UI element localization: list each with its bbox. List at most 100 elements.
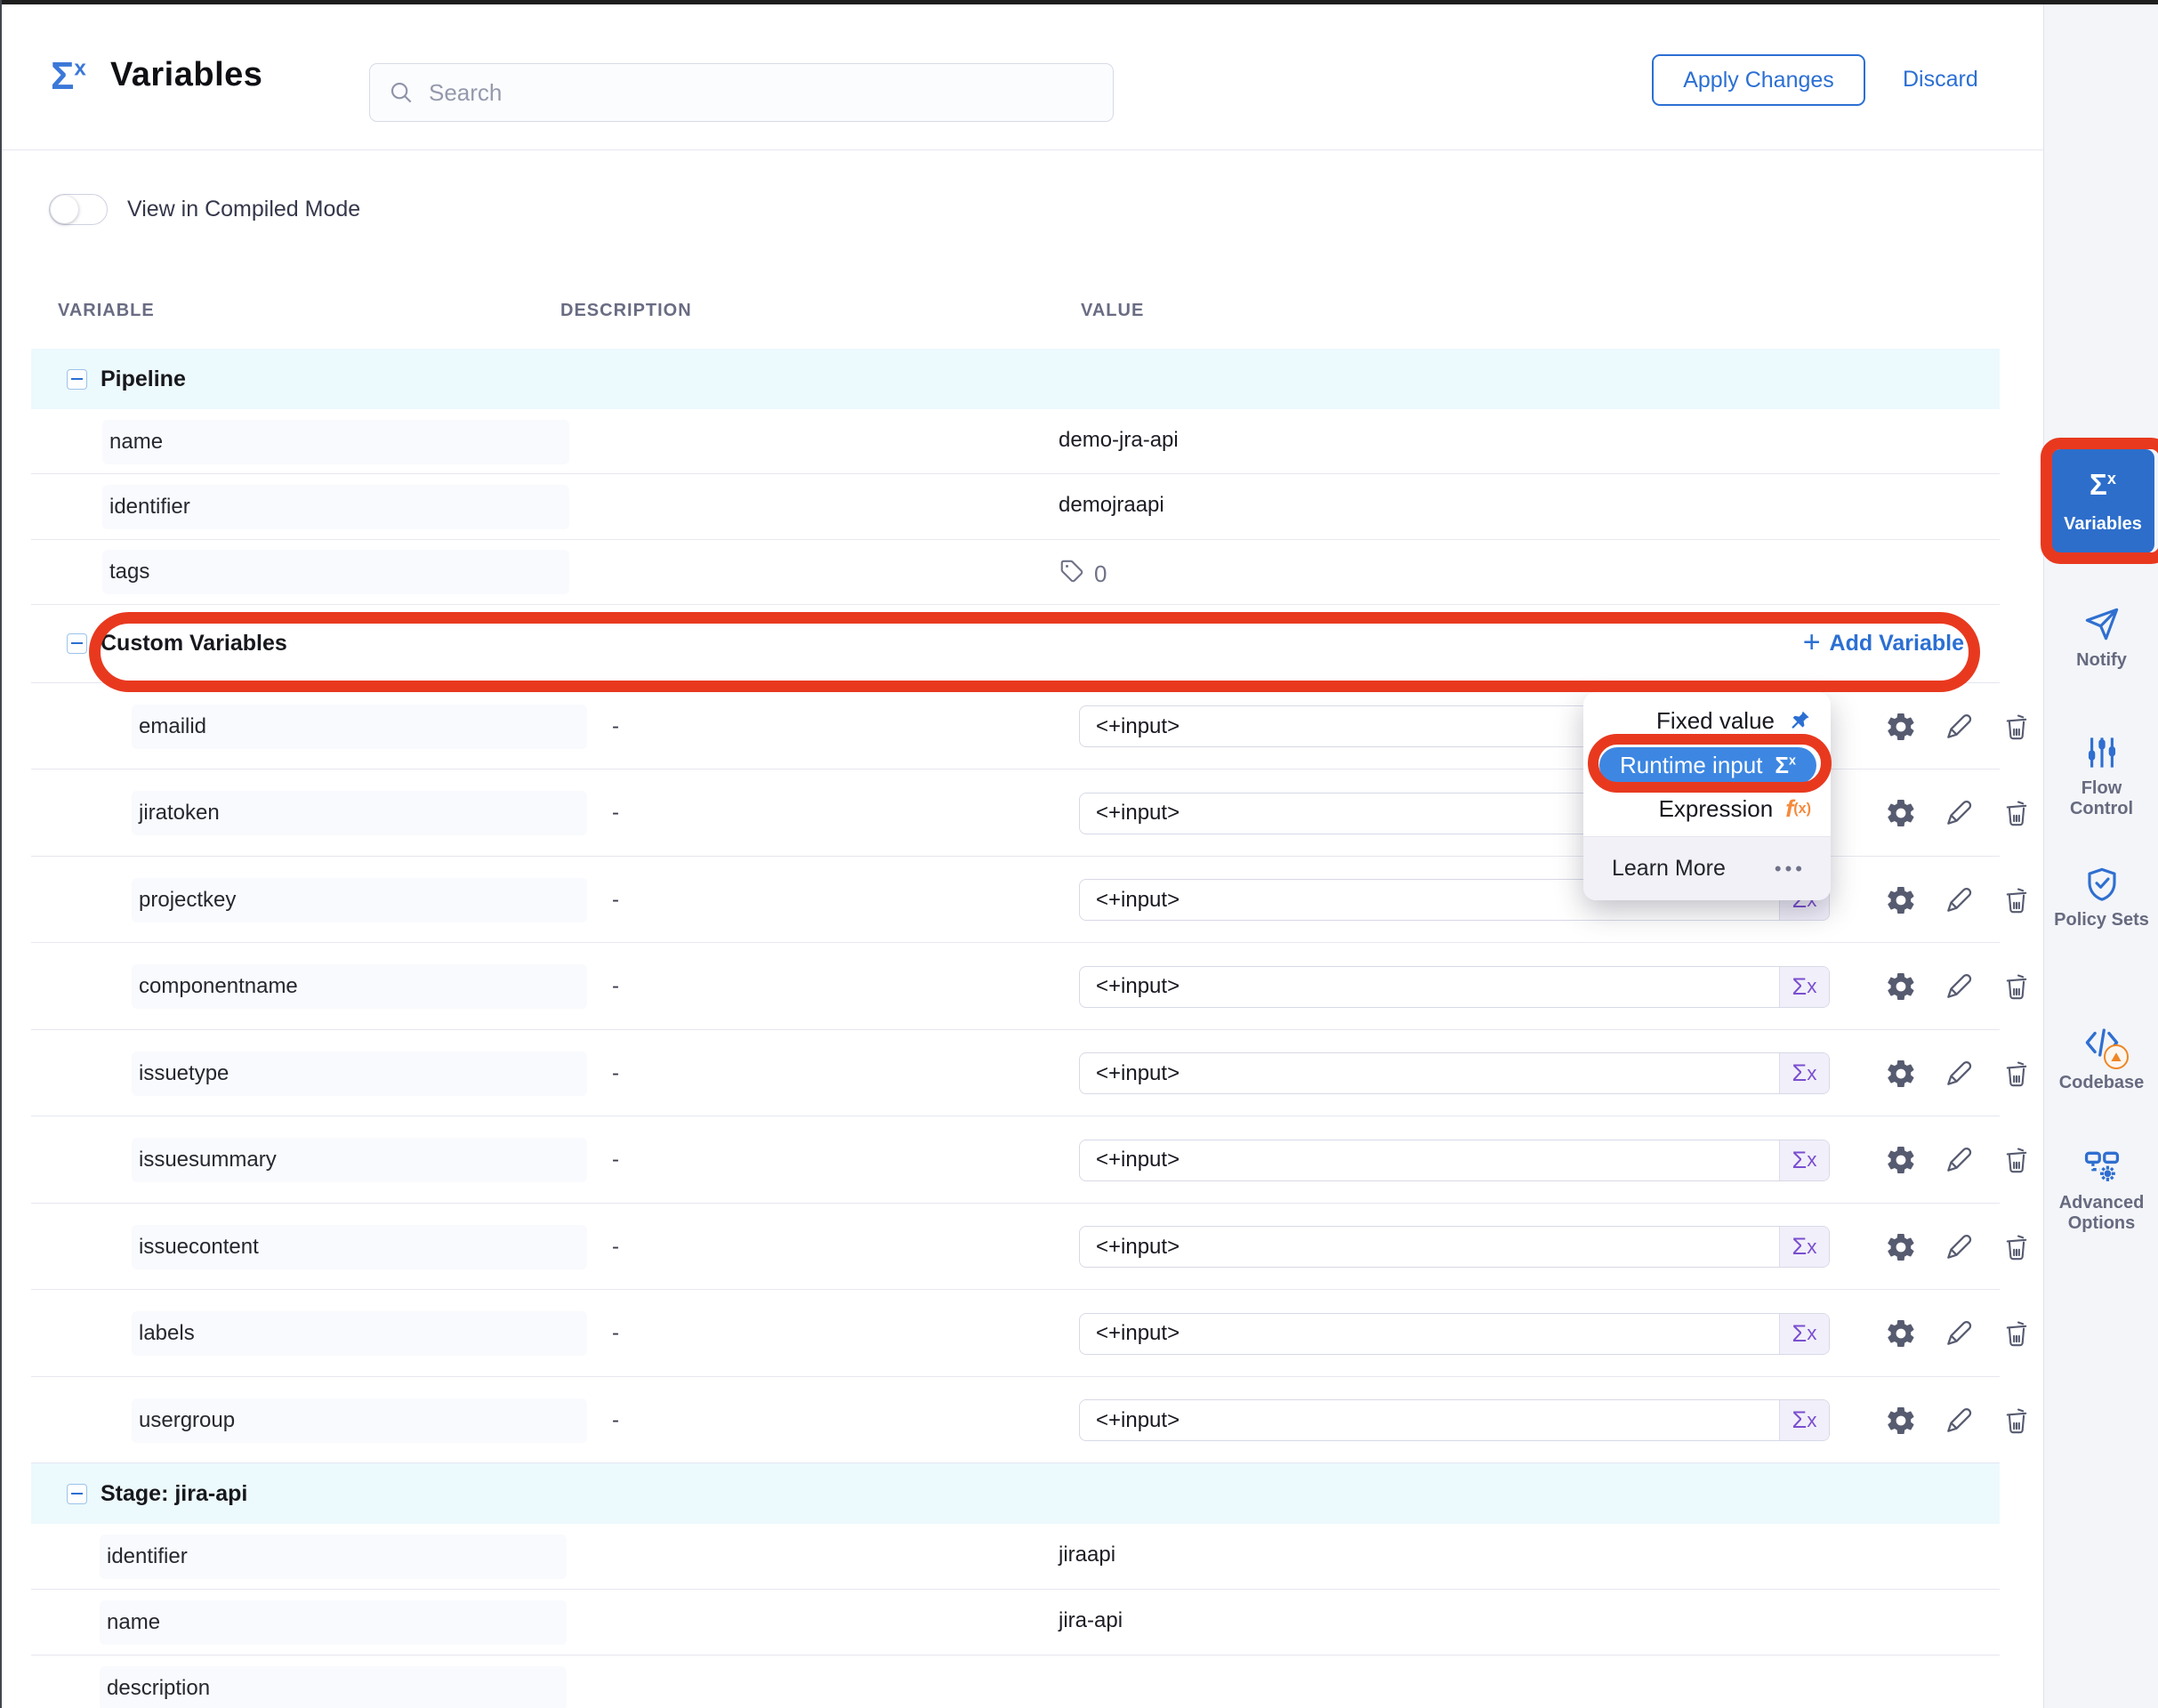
variables-sigma-icon: Σx <box>51 54 86 99</box>
table-row-identifier: identifierdemojraapi <box>31 474 2000 539</box>
variable-name-cell: name <box>102 420 569 464</box>
collapse-icon[interactable] <box>67 1484 87 1504</box>
right-sidebar: Notify Flow Control Policy Sets <box>2043 4 2158 1708</box>
edit-pencil-icon[interactable] <box>1943 1405 1975 1437</box>
delete-trash-icon[interactable] <box>2001 884 2033 916</box>
compiled-mode-toggle[interactable] <box>49 194 108 225</box>
section-title: Custom Variables <box>101 631 287 657</box>
section-header-pipeline: Pipeline <box>31 349 2000 409</box>
settings-gear-icon[interactable] <box>1885 1231 1917 1263</box>
column-value: VALUE <box>1081 301 1144 321</box>
variable-name-cell: tags <box>102 550 569 594</box>
section-header-stage-jira-api: Stage: jira-api <box>31 1463 2000 1524</box>
row-actions <box>1859 797 2033 829</box>
variable-description: - <box>612 1321 619 1346</box>
variable-name-cell: issuesummary <box>132 1138 587 1182</box>
runtime-input-sigma-button[interactable]: Σx <box>1779 1140 1829 1180</box>
sidebar-item-policy-sets[interactable]: Policy Sets <box>2044 866 2158 931</box>
dropdown-footer[interactable]: Learn More ••• <box>1583 836 1831 900</box>
fx-icon: f(x) <box>1785 795 1811 823</box>
edit-pencil-icon[interactable] <box>1943 1144 1975 1176</box>
runtime-input-sigma-button[interactable]: Σx <box>1779 1053 1829 1093</box>
variable-description: - <box>612 1061 619 1086</box>
discard-button[interactable]: Discard <box>1903 67 1978 93</box>
panel-header: Σx Variables Search Apply Changes Discar… <box>2 4 2043 150</box>
sidebar-item-flow-control[interactable]: Flow Control <box>2044 734 2158 819</box>
compiled-mode-label: View in Compiled Mode <box>127 197 360 222</box>
settings-gear-icon[interactable] <box>1885 797 1917 829</box>
delete-trash-icon[interactable] <box>2001 1231 2033 1263</box>
search-input[interactable]: Search <box>369 63 1114 122</box>
sidebar-item-advanced-options[interactable]: Advanced Options <box>2044 1147 2158 1234</box>
menu-item-runtime-input[interactable]: Runtime input Σx <box>1599 747 1816 784</box>
variable-name-cell: description <box>100 1666 567 1708</box>
delete-trash-icon[interactable] <box>2001 1317 2033 1349</box>
delete-trash-icon[interactable] <box>2001 1144 2033 1176</box>
value-input[interactable]: <+input>Σx <box>1079 1140 1830 1181</box>
window-top-edge <box>0 0 2158 4</box>
edit-pencil-icon[interactable] <box>1943 797 1975 829</box>
runtime-input-sigma-button[interactable]: Σx <box>1779 1227 1829 1267</box>
table-column-headers: VARIABLE DESCRIPTION VALUE <box>0 301 2000 333</box>
edit-pencil-icon[interactable] <box>1943 1317 1975 1349</box>
variable-value: demojraapi <box>1059 493 1164 518</box>
settings-gear-icon[interactable] <box>1885 1317 1917 1349</box>
collapse-icon[interactable] <box>67 633 87 654</box>
value-input[interactable]: <+input>Σx <box>1079 1052 1830 1094</box>
delete-trash-icon[interactable] <box>2001 1058 2033 1090</box>
add-variable-button[interactable]: +Add Variable <box>1803 630 1964 657</box>
sidebar-item-notify[interactable]: Notify <box>2044 606 2158 671</box>
table-row-issuetype: issuetype-<+input>Σx <box>31 1030 2000 1117</box>
warning-badge-icon <box>2104 1044 2129 1069</box>
value-input[interactable]: <+input>Σx <box>1079 1313 1830 1355</box>
variable-description: - <box>612 801 619 826</box>
delete-trash-icon[interactable] <box>2001 971 2033 1003</box>
edit-pencil-icon[interactable] <box>1943 1231 1975 1263</box>
flow-gear-icon <box>2082 1147 2122 1186</box>
table-row-identifier: identifierjiraapi <box>31 1524 2000 1590</box>
variables-panel: Σx Variables Search Apply Changes Discar… <box>0 0 2158 1708</box>
collapse-icon[interactable] <box>67 369 87 390</box>
page-title: Variables <box>110 56 262 94</box>
runtime-input-sigma-button[interactable]: Σx <box>1779 1314 1829 1354</box>
runtime-input-sigma-button[interactable]: Σx <box>1779 967 1829 1007</box>
row-actions <box>1859 884 2033 916</box>
value-input[interactable]: <+input>Σx <box>1079 966 1830 1008</box>
settings-gear-icon[interactable] <box>1885 971 1917 1003</box>
delete-trash-icon[interactable] <box>2001 797 2033 829</box>
table-row-componentname: componentname-<+input>Σx <box>31 943 2000 1030</box>
edit-pencil-icon[interactable] <box>1943 711 1975 743</box>
value-input[interactable]: <+input>Σx <box>1079 1226 1830 1268</box>
table-row-description: description <box>31 1656 2000 1708</box>
edit-pencil-icon[interactable] <box>1943 884 1975 916</box>
delete-trash-icon[interactable] <box>2001 711 2033 743</box>
row-actions <box>1859 1144 2033 1176</box>
row-actions <box>1859 1317 2033 1349</box>
menu-item-expression[interactable]: Expression f(x) <box>1583 787 1831 830</box>
table-row-labels: labels-<+input>Σx <box>31 1290 2000 1377</box>
settings-gear-icon[interactable] <box>1885 1058 1917 1090</box>
apply-changes-button[interactable]: Apply Changes <box>1652 54 1865 106</box>
sidebar-item-codebase[interactable]: Codebase <box>2044 1024 2158 1093</box>
sigma-icon: Σx <box>1775 752 1796 779</box>
settings-gear-icon[interactable] <box>1885 1405 1917 1437</box>
delete-trash-icon[interactable] <box>2001 1405 2033 1437</box>
settings-gear-icon[interactable] <box>1885 711 1917 743</box>
sidebar-item-variables-active[interactable]: Σx Variables <box>2051 449 2154 553</box>
menu-item-fixed-value[interactable]: Fixed value <box>1583 692 1831 742</box>
value-input[interactable]: <+input>Σx <box>1079 1399 1830 1441</box>
variable-name-cell: identifier <box>100 1535 567 1579</box>
edit-pencil-icon[interactable] <box>1943 1058 1975 1090</box>
variable-description: - <box>612 974 619 999</box>
runtime-input-sigma-button[interactable]: Σx <box>1779 1400 1829 1440</box>
variable-name-cell: jiratoken <box>132 791 587 835</box>
table-row-tags: tags0 <box>31 540 2000 605</box>
learn-more-link[interactable]: Learn More <box>1612 856 1726 882</box>
settings-gear-icon[interactable] <box>1885 884 1917 916</box>
settings-gear-icon[interactable] <box>1885 1144 1917 1176</box>
variable-description: - <box>612 714 619 739</box>
table-row-issuesummary: issuesummary-<+input>Σx <box>31 1116 2000 1204</box>
row-actions <box>1859 711 2033 743</box>
edit-pencil-icon[interactable] <box>1943 971 1975 1003</box>
variable-name-cell: emailid <box>132 705 587 749</box>
